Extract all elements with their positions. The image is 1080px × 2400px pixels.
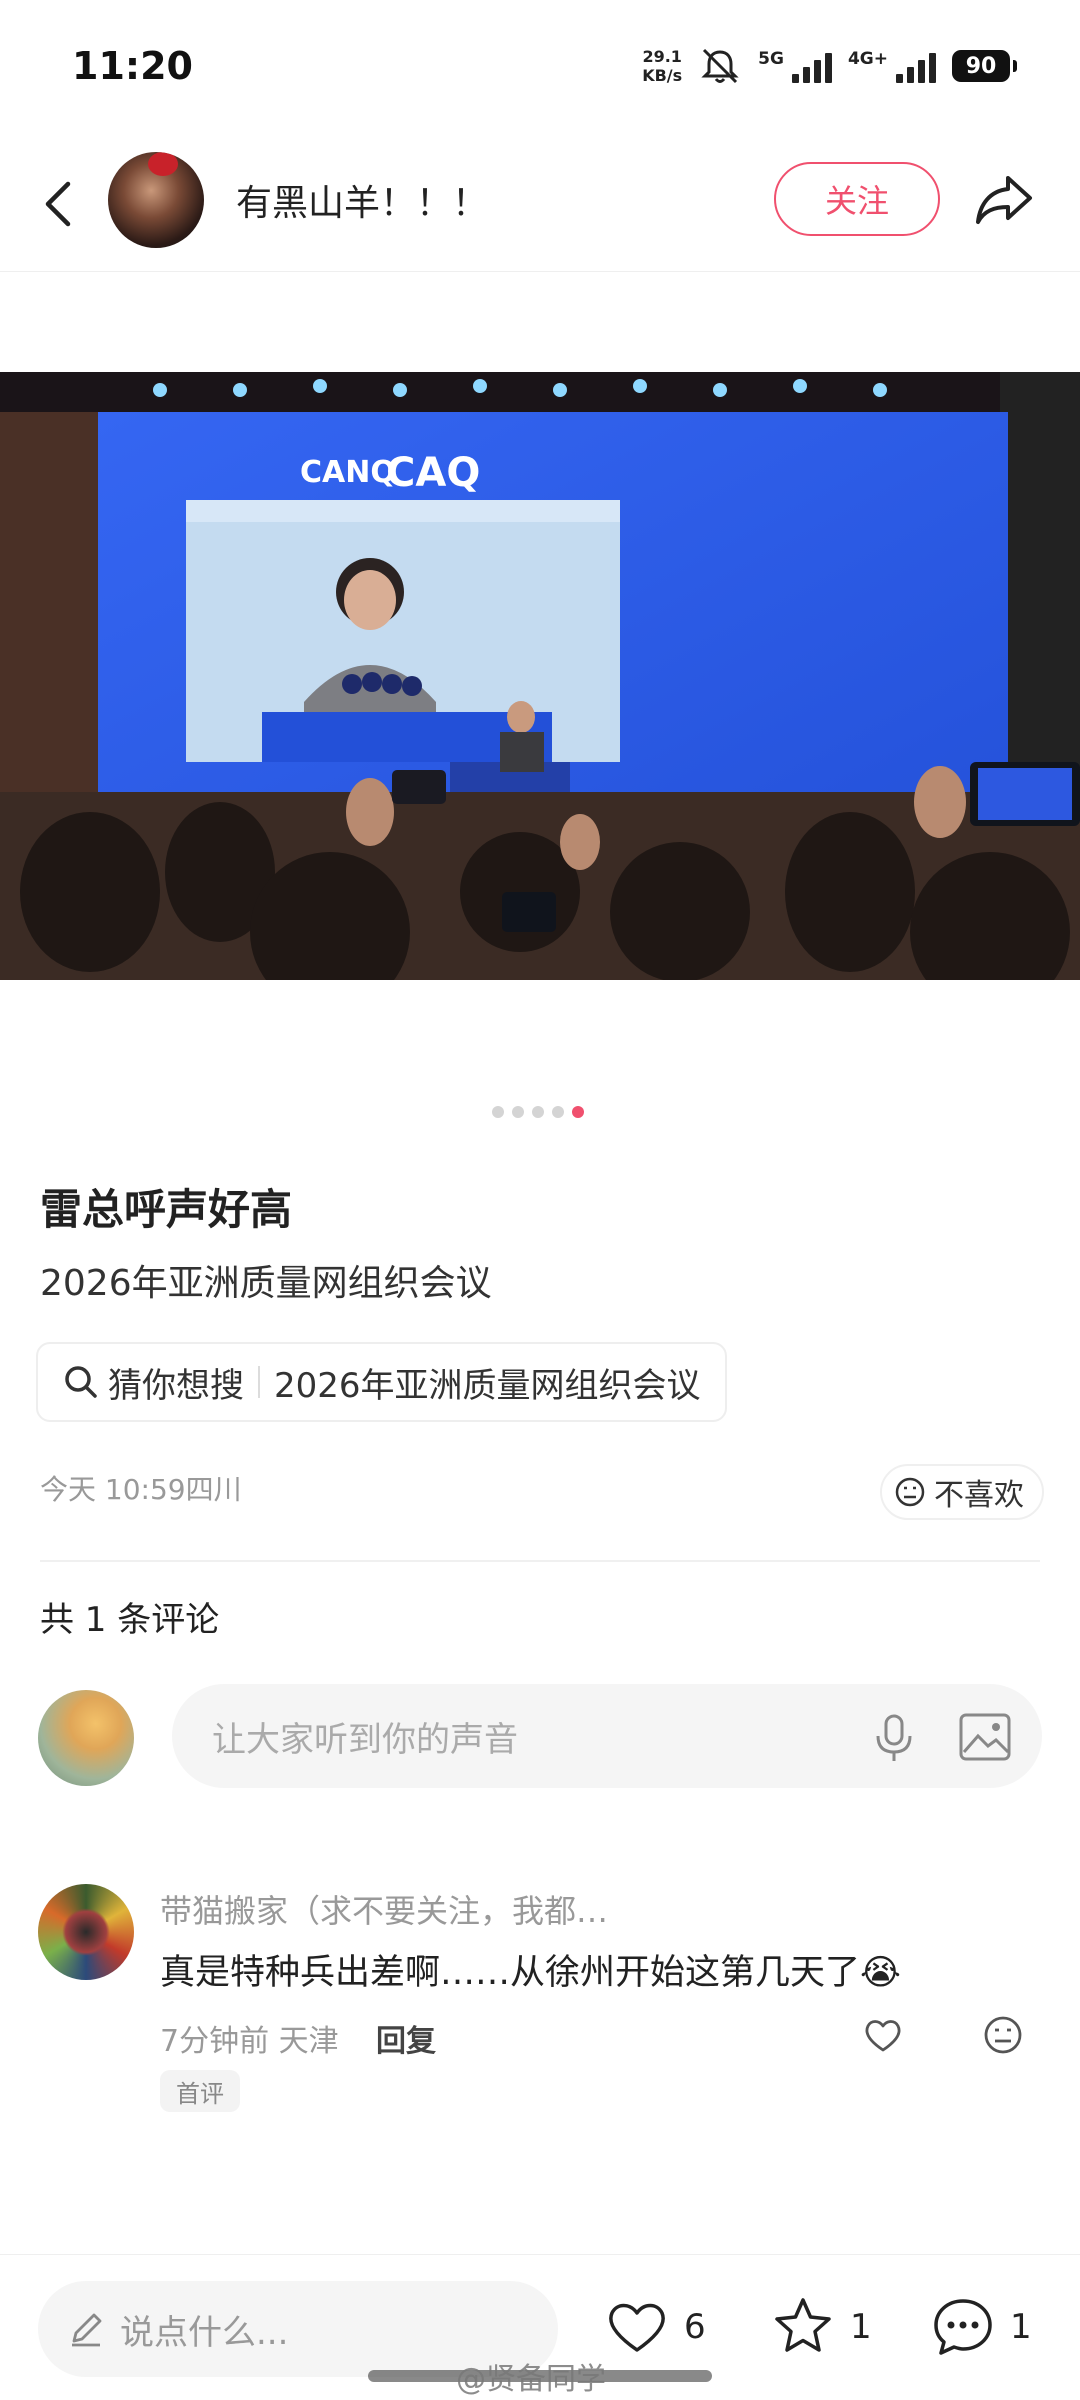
dislike-face-icon [895,1477,925,1507]
comment-meta: 7分钟前 天津 [160,2024,339,2059]
commenter-name[interactable]: 带猫搬家（求不要关注，我都… [160,1886,608,1932]
post-title: 雷总呼声好高 [40,1185,293,1234]
watermark: @贤备同学 [456,2362,606,2397]
guess-search-chip[interactable]: 猜你想搜 2026年亚洲质量网组织会议 [36,1342,727,1422]
image-icon[interactable] [958,1712,1012,1762]
search-icon [65,1366,97,1398]
dislike-button[interactable]: 不喜欢 [880,1464,1044,1520]
pencil-icon [72,2313,102,2347]
network-speed-value: 29.1 [642,47,682,66]
comment-count-bottom: 1 [1010,2307,1032,2347]
commenter-avatar[interactable] [38,1884,134,1980]
network-speed-unit: KB/s [642,66,683,85]
guess-label: 猜你想搜 [108,1365,244,1406]
say-placeholder: 说点什么... [120,2312,289,2353]
my-avatar [38,1690,134,1786]
section-divider [40,1560,1040,1562]
carousel-dot-active [572,1106,584,1118]
carousel-dot [532,1106,544,1118]
post-header: 有黑山羊！！！ 关注 [0,140,1080,272]
carousel-dot [512,1106,524,1118]
guess-separator [258,1366,260,1398]
carousel-dot [552,1106,564,1118]
first-comment-badge: 首评 [160,2070,240,2112]
comment-input-placeholder: 让大家听到你的声音 [212,1719,518,1760]
reply-button[interactable]: 回复 [376,2016,436,2060]
carousel-indicator [492,1106,584,1118]
signal-bars-1 [791,49,832,83]
carousel-dot [492,1106,504,1118]
author-avatar[interactable] [108,152,204,248]
signal-5g-label: 5G [758,49,784,69]
bell-muted-icon [701,48,739,84]
star-icon [775,2298,831,2352]
network-speed: 29.1 KB/s [642,47,682,85]
signal-5g: 5G [758,49,832,83]
post-image-carousel[interactable]: CANQ CAQ [0,372,1080,980]
comment-input[interactable]: 让大家听到你的声音 [172,1684,1042,1788]
conference-photo: CANQ CAQ [0,372,1080,980]
status-icons: 29.1 KB/s 5G 4G+ 90 [642,46,1017,86]
guess-query: 2026年亚洲质量网组织会议 [274,1365,701,1406]
comment-button[interactable]: 1 [930,2289,1032,2365]
heart-icon [609,2303,665,2352]
author-name[interactable]: 有黑山羊！！！ [236,174,488,226]
comment-text: 真是特种兵出差啊……从徐州开始这第几天了😭 [160,1953,901,1993]
signal-4g-label: 4G+ [847,49,888,69]
share-icon[interactable] [972,168,1036,232]
collect-button[interactable]: 1 [770,2289,872,2365]
back-icon[interactable] [34,174,82,234]
status-time: 11:20 [72,44,193,88]
screen-logo-canq: CANQ [300,455,396,490]
battery-indicator: 90 [952,50,1017,82]
post-meta: 今天 10:59四川 [40,1473,242,1506]
like-button[interactable]: 6 [604,2289,706,2365]
screen-logo-caq: CAQ [386,450,480,496]
signal-bars-2 [896,49,936,83]
dislike-label: 不喜欢 [934,1478,1024,1513]
microphone-icon[interactable] [870,1712,918,1764]
comment-bubble-icon [934,2299,992,2355]
comment-count: 共 1 条评论 [40,1600,220,1640]
status-bar: 11:20 29.1 KB/s 5G 4G+ 90 [0,0,1080,140]
comment-dislike-face-icon[interactable] [982,2014,1024,2056]
follow-button[interactable]: 关注 [774,162,940,236]
post-body: 2026年亚洲质量网组织会议 [40,1263,492,1304]
star-count: 1 [850,2307,872,2347]
like-count: 6 [684,2307,706,2347]
signal-4g: 4G+ [848,49,936,83]
comment-heart-icon[interactable] [862,2014,904,2056]
